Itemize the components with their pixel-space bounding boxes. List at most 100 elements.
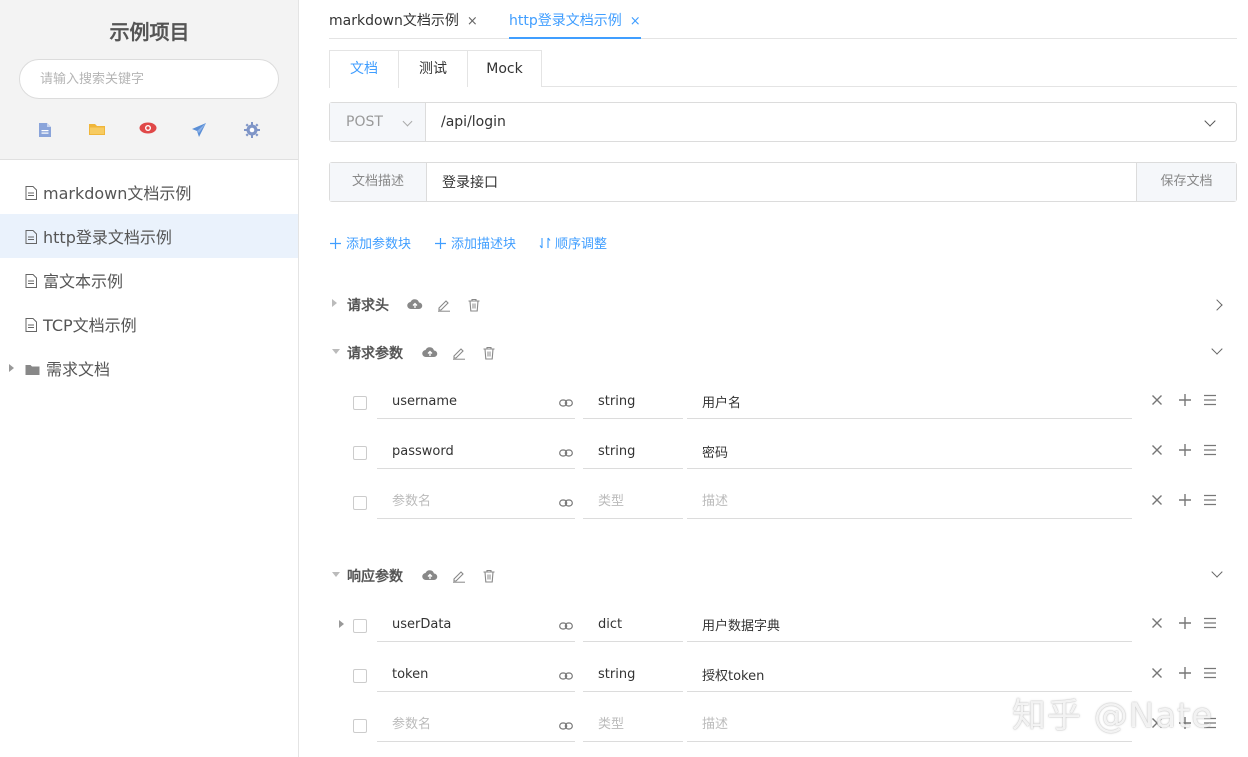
document-tree: markdown文档示例 http登录文档示例 富文本示例 TCP文档示例 需求…	[0, 170, 298, 390]
cloud-upload-icon[interactable]	[422, 569, 438, 583]
row-checkbox[interactable]	[353, 619, 367, 633]
row-checkbox[interactable]	[353, 396, 367, 410]
param-type-input[interactable]	[583, 434, 683, 469]
param-name-input[interactable]	[377, 434, 575, 469]
section-response-params[interactable]: 响应参数	[329, 566, 1237, 588]
param-type-input[interactable]	[583, 484, 683, 519]
close-icon[interactable]	[1149, 665, 1165, 681]
row-checkbox[interactable]	[353, 496, 367, 510]
drag-handle-icon[interactable]	[1202, 615, 1218, 631]
method-select[interactable]: POST	[330, 103, 426, 141]
row-checkbox[interactable]	[353, 446, 367, 460]
drag-handle-icon[interactable]	[1202, 442, 1218, 458]
chevron-right-icon[interactable]	[1211, 299, 1223, 311]
close-icon[interactable]	[1149, 442, 1165, 458]
chevron-down-icon[interactable]	[1211, 566, 1223, 578]
drag-handle-icon[interactable]	[1202, 392, 1218, 408]
description-input[interactable]	[428, 163, 1136, 201]
save-button[interactable]: 保存文档	[1136, 163, 1236, 201]
link-icon[interactable]	[559, 446, 573, 457]
section-headers[interactable]: 请求头	[329, 295, 1237, 317]
link-icon[interactable]	[559, 496, 573, 507]
param-desc-input[interactable]	[687, 434, 1132, 469]
method-value: POST	[346, 114, 383, 130]
edit-icon[interactable]	[452, 346, 466, 360]
param-name-input[interactable]	[377, 657, 575, 692]
tab-doc[interactable]: 文档	[329, 50, 399, 88]
file-icon[interactable]	[38, 122, 56, 138]
close-icon[interactable]	[1149, 715, 1165, 731]
trash-icon[interactable]	[482, 346, 496, 360]
row-checkbox[interactable]	[353, 669, 367, 683]
drag-handle-icon[interactable]	[1202, 665, 1218, 681]
param-desc-input[interactable]	[687, 607, 1132, 642]
param-name-input[interactable]	[377, 484, 575, 519]
sidebar-item-rich-text[interactable]: 富文本示例	[0, 258, 298, 302]
close-icon[interactable]: ×	[467, 14, 478, 29]
close-icon[interactable]: ×	[630, 14, 641, 29]
sidebar-item-http-login[interactable]: http登录文档示例	[0, 214, 298, 258]
description-bar: 文档描述 保存文档	[329, 162, 1237, 202]
send-icon[interactable]	[191, 122, 209, 138]
edit-icon[interactable]	[437, 298, 451, 312]
drag-handle-icon[interactable]	[1202, 492, 1218, 508]
param-desc-input[interactable]	[687, 707, 1132, 742]
tab-test[interactable]: 测试	[398, 50, 468, 87]
tab-markdown[interactable]: markdown文档示例 ×	[329, 10, 478, 39]
close-icon[interactable]	[1149, 392, 1165, 408]
param-type-input[interactable]	[583, 657, 683, 692]
link-icon[interactable]	[559, 396, 573, 407]
plus-icon[interactable]	[1177, 392, 1193, 408]
trash-icon[interactable]	[467, 298, 481, 312]
link-icon[interactable]	[559, 619, 573, 630]
param-desc-input[interactable]	[687, 657, 1132, 692]
drag-handle-icon[interactable]	[1202, 715, 1218, 731]
reorder-label: 顺序调整	[555, 237, 608, 252]
param-type-input[interactable]	[583, 384, 683, 419]
caret-down-icon[interactable]	[332, 349, 340, 354]
table-row	[329, 380, 1237, 420]
caret-right-icon[interactable]	[332, 299, 337, 307]
gear-icon[interactable]	[244, 122, 262, 138]
row-checkbox[interactable]	[353, 719, 367, 733]
expand-arrow-icon[interactable]	[9, 364, 14, 372]
param-name-input[interactable]	[377, 607, 575, 642]
cloud-upload-icon[interactable]	[407, 298, 423, 312]
chevron-down-icon	[402, 116, 413, 127]
plus-icon[interactable]	[1177, 492, 1193, 508]
plus-icon[interactable]	[1177, 715, 1193, 731]
link-icon[interactable]	[559, 719, 573, 730]
param-name-input[interactable]	[377, 384, 575, 419]
expand-arrow-icon[interactable]	[339, 620, 344, 628]
table-row-empty	[329, 480, 1237, 520]
sidebar-item-requirements[interactable]: 需求文档	[0, 346, 298, 390]
url-input[interactable]	[427, 103, 1236, 141]
reorder-button[interactable]: 顺序调整	[539, 233, 607, 252]
trash-icon[interactable]	[482, 569, 496, 583]
plus-icon[interactable]	[1177, 442, 1193, 458]
tab-http-login[interactable]: http登录文档示例 ×	[509, 10, 641, 39]
param-type-input[interactable]	[583, 607, 683, 642]
sidebar-item-markdown[interactable]: markdown文档示例	[0, 170, 298, 214]
param-desc-input[interactable]	[687, 384, 1132, 419]
chevron-down-icon[interactable]	[1211, 343, 1223, 355]
param-name-input[interactable]	[377, 707, 575, 742]
add-param-block-button[interactable]: 添加参数块	[330, 233, 411, 252]
plus-icon[interactable]	[1177, 665, 1193, 681]
link-icon[interactable]	[559, 669, 573, 680]
search-input[interactable]	[19, 59, 279, 99]
param-type-input[interactable]	[583, 707, 683, 742]
section-request-params[interactable]: 请求参数	[329, 343, 1237, 365]
folder-icon[interactable]	[88, 122, 106, 138]
close-icon[interactable]	[1149, 615, 1165, 631]
edit-icon[interactable]	[452, 569, 466, 583]
plus-icon[interactable]	[1177, 615, 1193, 631]
tab-mock[interactable]: Mock	[467, 50, 542, 87]
param-desc-input[interactable]	[687, 484, 1132, 519]
caret-down-icon[interactable]	[332, 572, 340, 577]
add-desc-block-button[interactable]: 添加描述块	[435, 233, 516, 252]
close-icon[interactable]	[1149, 492, 1165, 508]
sidebar-item-tcp[interactable]: TCP文档示例	[0, 302, 298, 346]
cloud-upload-icon[interactable]	[422, 346, 438, 360]
eye-icon[interactable]	[139, 122, 157, 138]
